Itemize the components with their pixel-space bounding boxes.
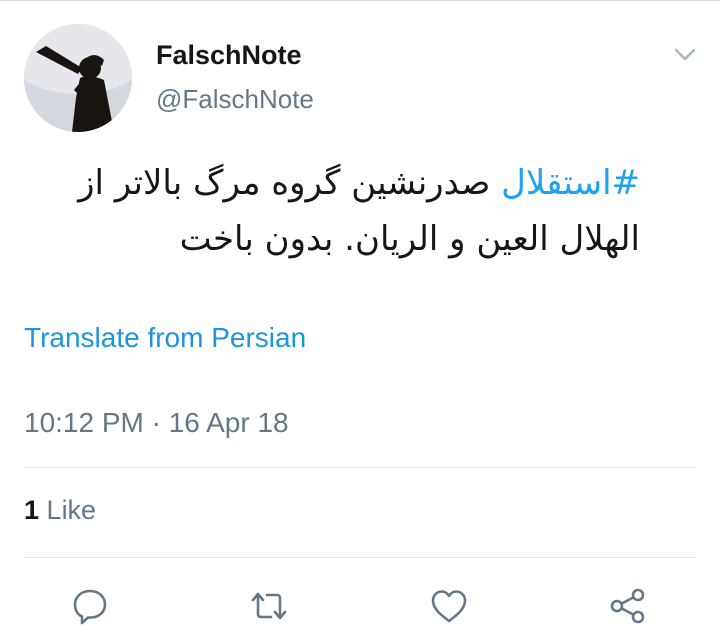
likes-count: 1 [24, 495, 40, 525]
display-name[interactable]: FalschNote [156, 40, 302, 71]
likes-summary[interactable]: 1 Like [24, 495, 96, 526]
top-divider [0, 0, 720, 1]
user-handle[interactable]: @FalschNote [156, 84, 314, 115]
share-icon [610, 588, 645, 624]
reply-button[interactable] [70, 586, 110, 626]
translate-link[interactable]: Translate from Persian [24, 322, 306, 354]
tweet-text-segment: صدرنشین گروه مرگ بالاتر از [78, 163, 491, 203]
chevron-down-icon[interactable] [671, 40, 699, 68]
avatar[interactable] [24, 24, 132, 132]
hashtag-link[interactable]: #استقلال [501, 163, 640, 203]
divider [24, 557, 696, 558]
divider [24, 467, 696, 468]
retweet-button[interactable] [249, 586, 289, 626]
tweet-timestamp: 10:12 PM · 16 Apr 18 [24, 407, 289, 438]
share-button[interactable] [608, 586, 648, 626]
likes-label: Like [46, 495, 97, 525]
heart-icon [431, 590, 467, 623]
like-button[interactable] [429, 586, 469, 626]
tweet-text-line-2: الهلال العین و الریان. بدون باخت [179, 219, 640, 259]
reply-icon [73, 589, 107, 625]
tweet-text: #استقلال صدرنشین گروه مرگ بالاتر از الهل… [24, 155, 640, 267]
retweet-icon [251, 592, 287, 620]
avatar-silhouette-icon [24, 24, 132, 132]
tweet-text-line-1: #استقلال صدرنشین گروه مرگ بالاتر از [24, 155, 640, 211]
